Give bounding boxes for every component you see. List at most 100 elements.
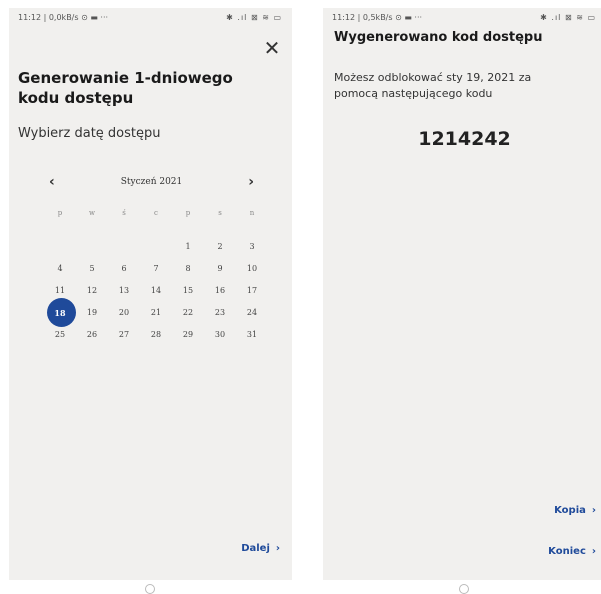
- calendar-day: [76, 236, 108, 258]
- calendar-day-number: 12: [86, 286, 98, 295]
- calendar-day-number: 31: [246, 330, 258, 339]
- chevron-right-icon: ›: [275, 543, 280, 554]
- calendar-day[interactable]: 13: [108, 280, 140, 302]
- chevron-right-icon: ›: [591, 505, 596, 516]
- calendar-day-number: 14: [150, 286, 162, 295]
- weekday-label: s: [218, 209, 222, 217]
- calendar-day-number: 13: [118, 286, 130, 295]
- weekday-label: p: [57, 209, 63, 217]
- calendar-day-number: 8: [185, 264, 191, 273]
- weekday-label: w: [89, 209, 95, 217]
- calendar-day-number: 22: [182, 308, 194, 317]
- calendar-day[interactable]: 5: [76, 258, 108, 280]
- calendar-day-number: 7: [153, 264, 159, 273]
- calendar-day[interactable]: 15: [172, 280, 204, 302]
- calendar-day[interactable]: 6: [108, 258, 140, 280]
- calendar-day[interactable]: 17: [236, 280, 268, 302]
- calendar-day-number: 29: [182, 330, 194, 339]
- calendar-day-number: 6: [121, 264, 127, 273]
- code-result-screen: 11:12 | 0,5kB/s ⊙ ▬ ··· ✱ .ıl ⊠ ≋ ▭ Wyge…: [323, 8, 601, 580]
- weekday-label: p: [185, 209, 191, 217]
- calendar-weekdays: pwścpsn: [44, 206, 268, 236]
- calendar-day-number: 16: [214, 286, 226, 295]
- calendar-day[interactable]: 3: [236, 236, 268, 258]
- calendar-day[interactable]: 24: [236, 302, 268, 324]
- calendar-day-number: 19: [86, 308, 98, 317]
- calendar-day-number: 3: [249, 242, 255, 251]
- calendar-day-number: 4: [57, 264, 63, 273]
- calendar-day[interactable]: 30: [204, 324, 236, 346]
- calendar-day[interactable]: 16: [204, 280, 236, 302]
- calendar-day-number: 27: [118, 330, 130, 339]
- finish-button[interactable]: Koniec ›: [548, 546, 596, 557]
- calendar-day: [44, 236, 76, 258]
- calendar-day[interactable]: 31: [236, 324, 268, 346]
- calendar-day[interactable]: 7: [140, 258, 172, 280]
- calendar-day[interactable]: 1: [172, 236, 204, 258]
- page-title: Wygenerowano kod dostępu: [334, 30, 543, 45]
- calendar-day[interactable]: 14: [140, 280, 172, 302]
- calendar-day[interactable]: 9: [204, 258, 236, 280]
- calendar-day-number: 1: [185, 242, 191, 251]
- calendar-day[interactable]: 28: [140, 324, 172, 346]
- calendar-day-number: 9: [217, 264, 223, 273]
- calendar-day[interactable]: 22: [172, 302, 204, 324]
- calendar-day[interactable]: 2: [204, 236, 236, 258]
- calendar-day[interactable]: 27: [108, 324, 140, 346]
- calendar-day[interactable]: 8: [172, 258, 204, 280]
- calendar-day-number: 2: [217, 242, 223, 251]
- calendar-day-number: 30: [214, 330, 226, 339]
- copy-label: Kopia: [554, 505, 586, 516]
- calendar-week: 4 5 6 7 8 9 10: [44, 258, 268, 280]
- calendar-header: ‹ Styczeń 2021 ›: [49, 174, 254, 192]
- status-bar: 11:12 | 0,0kB/s ⊙ ▬ ··· ✱ .ıl ⊠ ≋ ▭: [9, 8, 292, 26]
- calendar-day: [108, 236, 140, 258]
- close-icon[interactable]: ✕: [262, 38, 282, 58]
- status-left: 11:12 | 0,5kB/s ⊙ ▬ ···: [332, 13, 423, 22]
- copy-button[interactable]: Kopia ›: [554, 505, 596, 516]
- calendar-day[interactable]: 12: [76, 280, 108, 302]
- nav-bar: [323, 584, 601, 594]
- calendar-day[interactable]: 25: [44, 324, 76, 346]
- weekday-label: ś: [122, 209, 126, 217]
- calendar-week: 1 2 3: [44, 236, 268, 258]
- status-bar: 11:12 | 0,5kB/s ⊙ ▬ ··· ✱ .ıl ⊠ ≋ ▭: [323, 8, 601, 26]
- calendar-day[interactable]: 21: [140, 302, 172, 324]
- calendar-day-number: 15: [182, 286, 194, 295]
- calendar-day-number: 5: [89, 264, 95, 273]
- calendar-day[interactable]: 29: [172, 324, 204, 346]
- chevron-right-icon: ›: [591, 546, 596, 557]
- calendar-day[interactable]: 10: [236, 258, 268, 280]
- next-button[interactable]: Dalej ›: [241, 543, 280, 554]
- calendar-day-selected[interactable]: 18: [44, 298, 76, 327]
- calendar-week: 18 19 20 21 22 23 24: [44, 298, 268, 327]
- calendar-day[interactable]: 4: [44, 258, 76, 280]
- calendar-day-number: 25: [54, 330, 66, 339]
- calendar-day[interactable]: 20: [108, 302, 140, 324]
- code-description: Możesz odblokować sty 19, 2021 za pomocą…: [334, 71, 532, 100]
- page-title: Generowanie 1-dniowego kodu dostępu: [18, 69, 233, 107]
- calendar-day-number: 20: [118, 308, 130, 317]
- calendar-day-number: 24: [246, 308, 258, 317]
- nav-bar: [9, 584, 292, 594]
- calendar-week: 11 12 13 14 15 16 17: [44, 280, 268, 302]
- calendar-day[interactable]: 19: [76, 302, 108, 324]
- calendar-day-number: 23: [214, 308, 226, 317]
- status-right: ✱ .ıl ⊠ ≋ ▭: [540, 13, 596, 22]
- weekday-label: n: [249, 209, 255, 217]
- date-picker-screen: 11:12 | 0,0kB/s ⊙ ▬ ··· ✱ .ıl ⊠ ≋ ▭ ✕ Ge…: [9, 8, 292, 580]
- calendar-day-number: 18: [54, 308, 66, 318]
- calendar-grid: pwścpsn 1 2 3 4 5 6 7 8 9 10 11 12 13 14 15 16 17 18 19 20 2…: [44, 206, 268, 346]
- status-left: 11:12 | 0,0kB/s ⊙ ▬ ···: [18, 13, 109, 22]
- calendar-day-number: 10: [246, 264, 258, 273]
- calendar-day: [140, 236, 172, 258]
- finish-label: Koniec: [548, 546, 586, 557]
- calendar-day-number: 21: [150, 308, 162, 317]
- page-subtitle: Wybierz datę dostępu: [18, 126, 161, 141]
- calendar-month: Styczeń 2021: [120, 177, 183, 187]
- calendar-day[interactable]: 23: [204, 302, 236, 324]
- calendar-week: 25 26 27 28 29 30 31: [44, 324, 268, 346]
- calendar-day[interactable]: 26: [76, 324, 108, 346]
- access-code: 1214242: [418, 128, 511, 150]
- chevron-right-icon[interactable]: ›: [248, 174, 254, 190]
